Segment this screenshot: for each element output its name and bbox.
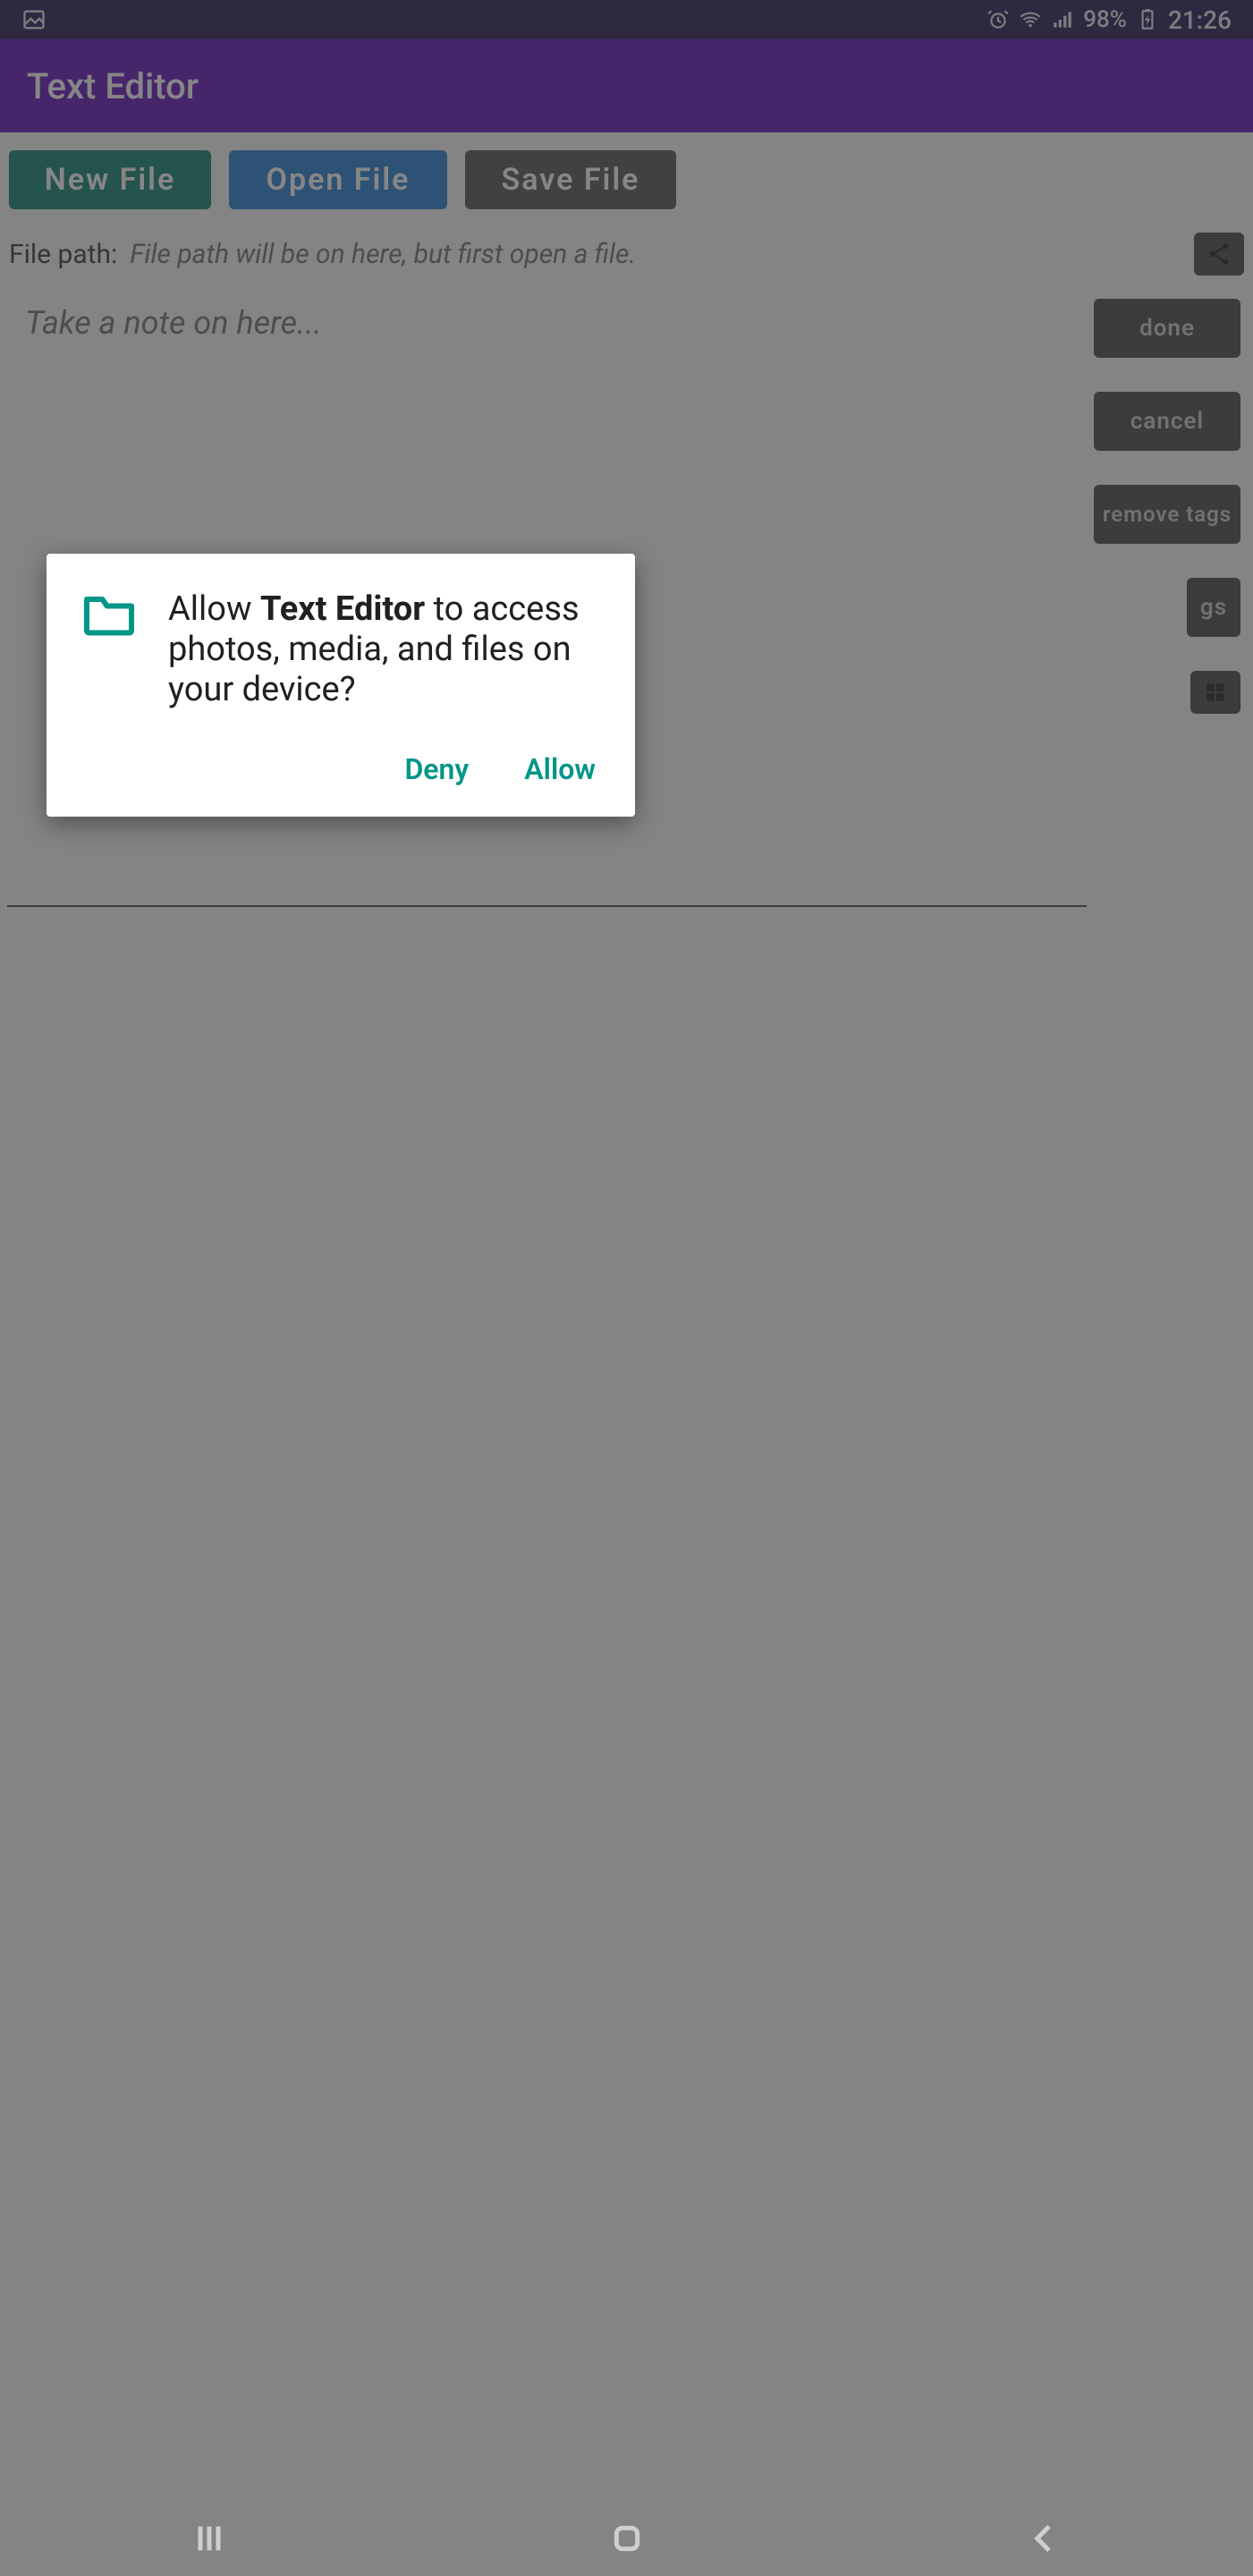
back-nav-icon[interactable] bbox=[1027, 2521, 1063, 2556]
recents-nav-icon[interactable] bbox=[191, 2521, 227, 2556]
dialog-text-prefix: Allow bbox=[168, 589, 260, 629]
modal-scrim[interactable] bbox=[0, 0, 1253, 2576]
android-nav-bar bbox=[0, 2501, 1253, 2576]
folder-icon bbox=[82, 589, 136, 640]
deny-button[interactable]: Deny bbox=[401, 747, 472, 792]
allow-button[interactable]: Allow bbox=[521, 747, 599, 792]
permission-dialog-text: Allow Text Editor to access photos, medi… bbox=[168, 589, 599, 709]
dialog-app-name: Text Editor bbox=[260, 589, 425, 629]
permission-dialog: Allow Text Editor to access photos, medi… bbox=[47, 554, 635, 817]
home-nav-icon[interactable] bbox=[609, 2521, 645, 2556]
